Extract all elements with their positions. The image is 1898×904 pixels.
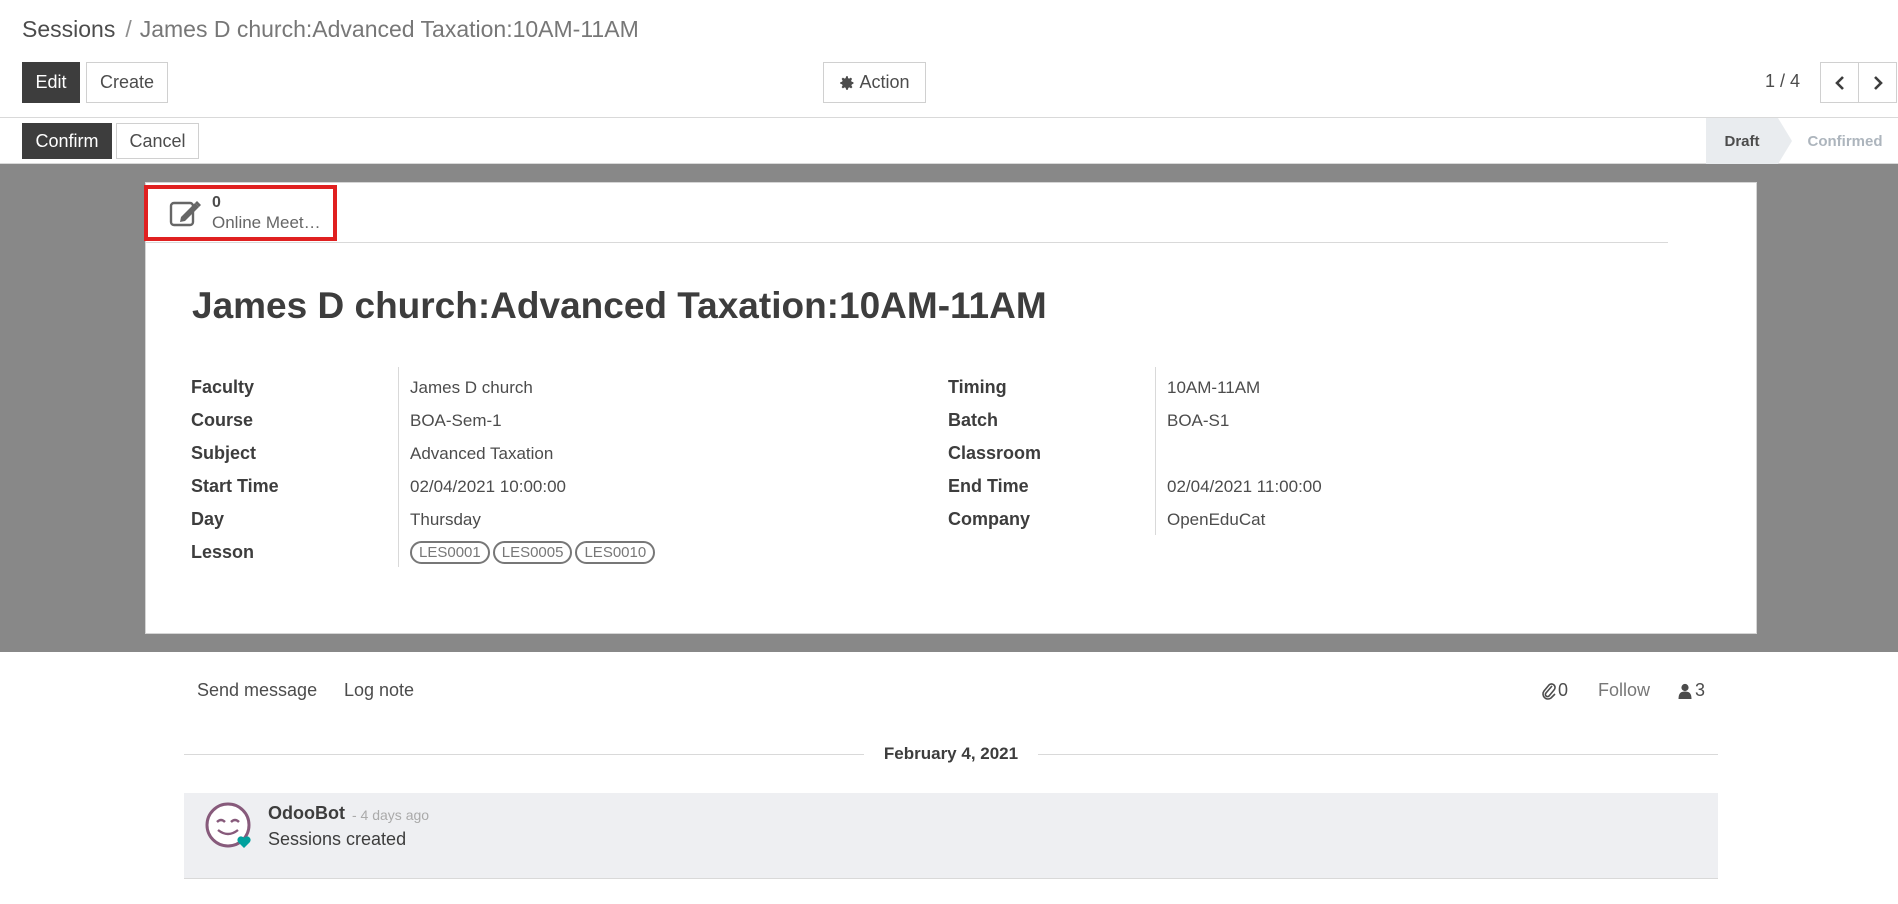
attachments-count: 0 <box>1558 680 1569 700</box>
stage-arrow <box>1778 118 1792 164</box>
field-label: Timing <box>948 377 1007 397</box>
breadcrumb-separator: / <box>125 16 132 42</box>
online-meetings-smart-button[interactable]: 0 Online Meet… <box>144 185 337 241</box>
control-panel: Sessions / James D church:Advanced Taxat… <box>0 0 1898 118</box>
subject-value[interactable]: Advanced Taxation <box>410 444 553 464</box>
pager-value[interactable]: 1 / 4 <box>1765 71 1800 92</box>
message-date: - 4 days ago <box>352 807 430 823</box>
breadcrumb: Sessions / James D church:Advanced Taxat… <box>22 16 639 43</box>
faculty-value[interactable]: James D church <box>410 378 533 398</box>
start-time-value: 02/04/2021 10:00:00 <box>410 476 566 496</box>
lesson-tags: LES0001 LES0005 LES0010 <box>410 541 658 564</box>
pager-previous-button[interactable] <box>1820 62 1859 103</box>
gear-icon <box>840 75 854 90</box>
chatter-message: OdooBot - 4 days ago Sessions created <box>184 793 1718 879</box>
paperclip-icon <box>1542 682 1556 700</box>
field-label: Day <box>191 509 225 529</box>
date-separator-label: February 4, 2021 <box>883 744 1019 763</box>
chevron-right-icon <box>1873 75 1883 90</box>
followers-count: 3 <box>1695 680 1706 700</box>
edit-icon <box>169 201 201 227</box>
field-label: Faculty <box>191 377 255 397</box>
field-label: Start Time <box>191 476 279 496</box>
left-group-divider <box>398 367 399 567</box>
odoobot-avatar <box>205 802 251 848</box>
smart-button-value: 0 <box>212 194 221 211</box>
log-note-button[interactable]: Log note <box>344 680 414 701</box>
chatter-topbar: Send message Log note 0 Follow 3 <box>184 672 1718 714</box>
right-group-divider <box>1155 367 1156 535</box>
attachments-button[interactable]: 0 <box>1542 680 1568 701</box>
create-button[interactable]: Create <box>86 62 168 103</box>
send-message-button[interactable]: Send message <box>197 680 317 701</box>
field-label: Classroom <box>948 443 1042 463</box>
end-time-value: 02/04/2021 11:00:00 <box>1167 476 1322 496</box>
lesson-tag[interactable]: LES0005 <box>492 541 573 564</box>
lesson-tag[interactable]: LES0001 <box>410 541 490 564</box>
smart-button-label: Online Meet… <box>212 213 321 232</box>
stage-confirmed[interactable]: Confirmed <box>1792 118 1898 164</box>
confirm-button[interactable]: Confirm <box>22 123 112 159</box>
chevron-left-icon <box>1834 75 1844 90</box>
breadcrumb-sessions-link[interactable]: Sessions <box>22 16 115 43</box>
company-value[interactable]: OpenEduCat <box>1167 510 1265 530</box>
field-label: Batch <box>948 410 999 430</box>
batch-value[interactable]: BOA-S1 <box>1167 411 1229 431</box>
course-value[interactable]: BOA-Sem-1 <box>410 411 502 431</box>
follow-button[interactable]: Follow <box>1598 680 1650 701</box>
field-label: Course <box>191 410 254 430</box>
form-sheet: 0 Online Meet… James D church:Advanced T… <box>144 182 1757 634</box>
breadcrumb-current: James D church:Advanced Taxation:10AM-11… <box>139 16 639 42</box>
message-body: Sessions created <box>268 829 407 849</box>
field-label: Subject <box>191 443 257 463</box>
statusbar: Confirm Cancel Draft Confirmed <box>0 118 1898 164</box>
field-label: Lesson <box>191 542 255 562</box>
field-label: Company <box>948 509 1031 529</box>
record-title: James D church:Advanced Taxation:10AM-11… <box>192 285 1047 326</box>
followers-button[interactable]: 3 <box>1678 680 1705 701</box>
action-button[interactable]: Action <box>823 62 926 103</box>
cancel-button[interactable]: Cancel <box>116 123 199 159</box>
edit-button[interactable]: Edit <box>22 62 80 103</box>
timing-value[interactable]: 10AM-11AM <box>1167 378 1260 398</box>
message-author[interactable]: OdooBot <box>268 803 345 824</box>
button-box: 0 Online Meet… <box>144 183 1668 243</box>
action-label: Action <box>859 72 910 92</box>
pager-next-button[interactable] <box>1858 62 1897 103</box>
lesson-tag[interactable]: LES0010 <box>575 541 656 564</box>
date-separator: February 4, 2021 <box>184 742 1718 766</box>
stage-draft[interactable]: Draft <box>1706 118 1778 164</box>
day-value: Thursday <box>410 509 481 529</box>
field-label: End Time <box>948 476 1029 496</box>
user-icon <box>1678 683 1692 699</box>
